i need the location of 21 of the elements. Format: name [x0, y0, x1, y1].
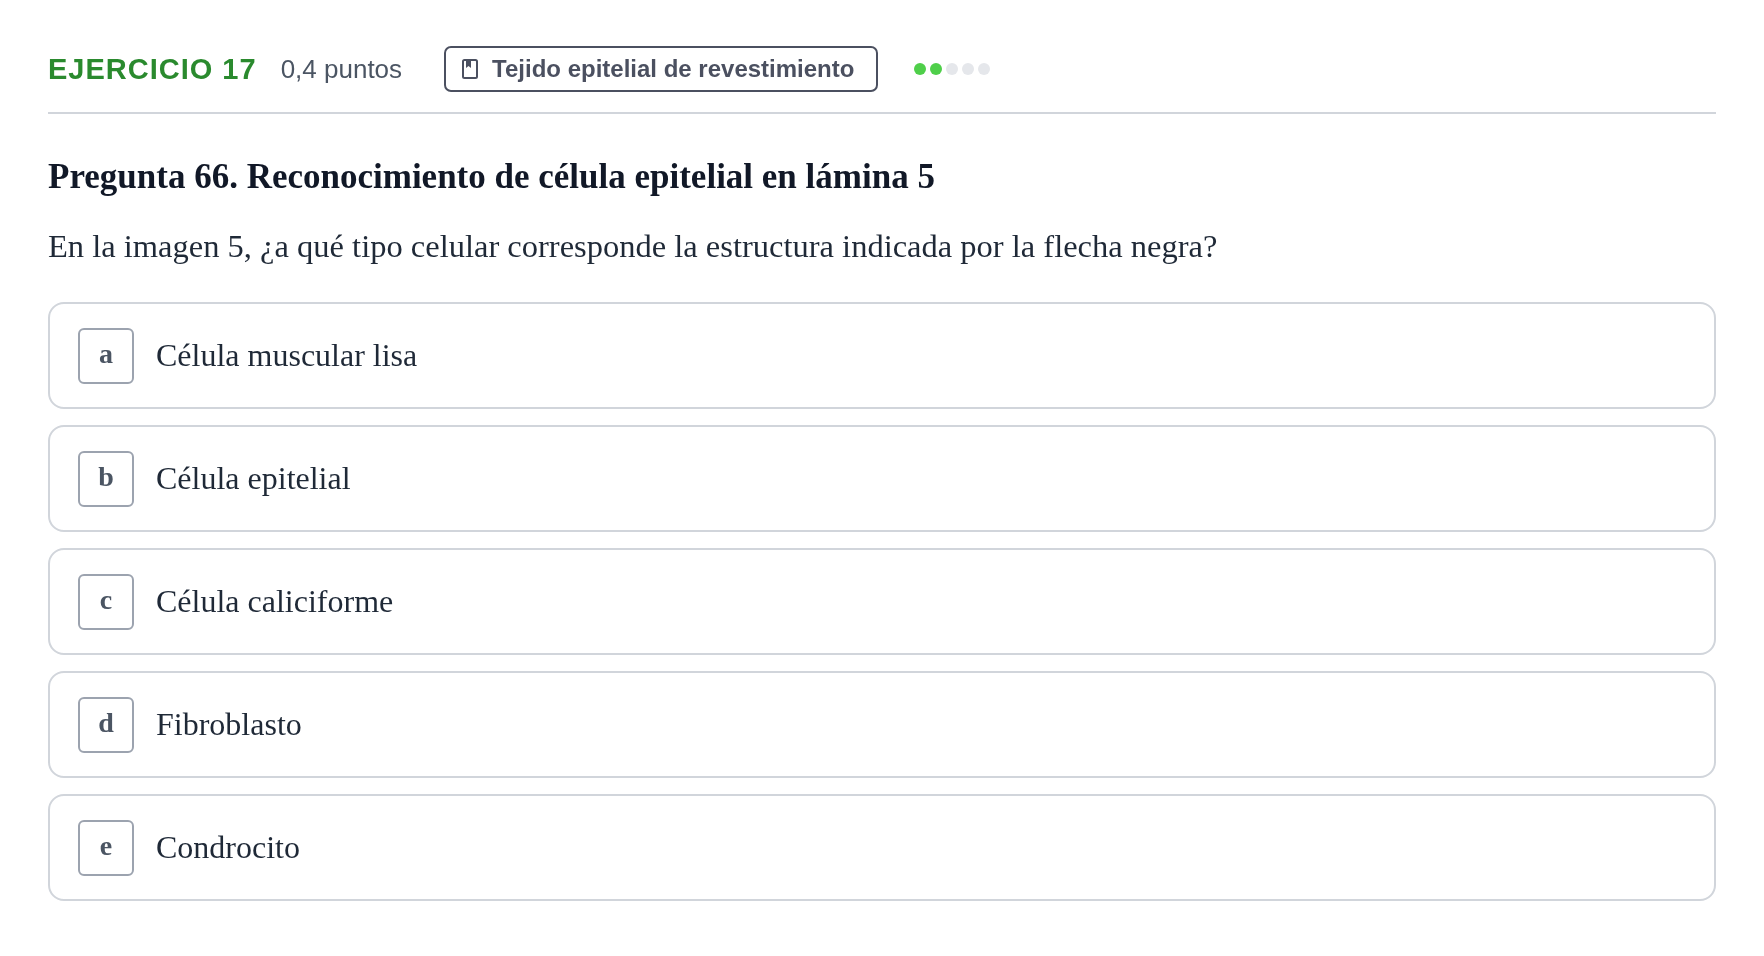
option-letter: b: [78, 450, 134, 507]
option-letter: e: [78, 819, 134, 876]
answer-option[interactable]: a Célula muscular lisa: [48, 302, 1716, 409]
book-icon: [462, 59, 479, 79]
points-label: 0,4 puntos: [280, 53, 403, 85]
answer-option[interactable]: e Condrocito: [48, 794, 1716, 901]
option-letter: d: [78, 696, 134, 753]
answer-option[interactable]: b Célula epitelial: [48, 425, 1716, 532]
option-letter: a: [78, 327, 134, 384]
answer-option[interactable]: d Fibroblasto: [48, 671, 1716, 778]
option-text: Célula epitelial: [156, 460, 351, 497]
option-text: Condrocito: [156, 829, 300, 866]
option-text: Célula muscular lisa: [156, 337, 418, 374]
exercise-title: EJERCICIO 17: [48, 52, 257, 86]
option-text: Célula caliciforme: [156, 583, 394, 620]
option-letter: c: [78, 573, 134, 630]
answer-option[interactable]: c Célula caliciforme: [48, 548, 1716, 655]
question-text: En la imagen 5, ¿a qué tipo celular corresponde la estructura indicada por la flecha negra?: [48, 228, 1219, 265]
question-title: Pregunta 66. Reconocimiento de célula epitelial en lámina 5: [48, 157, 936, 197]
option-text: Fibroblasto: [156, 706, 302, 743]
topic-text: Tejido epitelial de revestimiento: [492, 55, 855, 83]
